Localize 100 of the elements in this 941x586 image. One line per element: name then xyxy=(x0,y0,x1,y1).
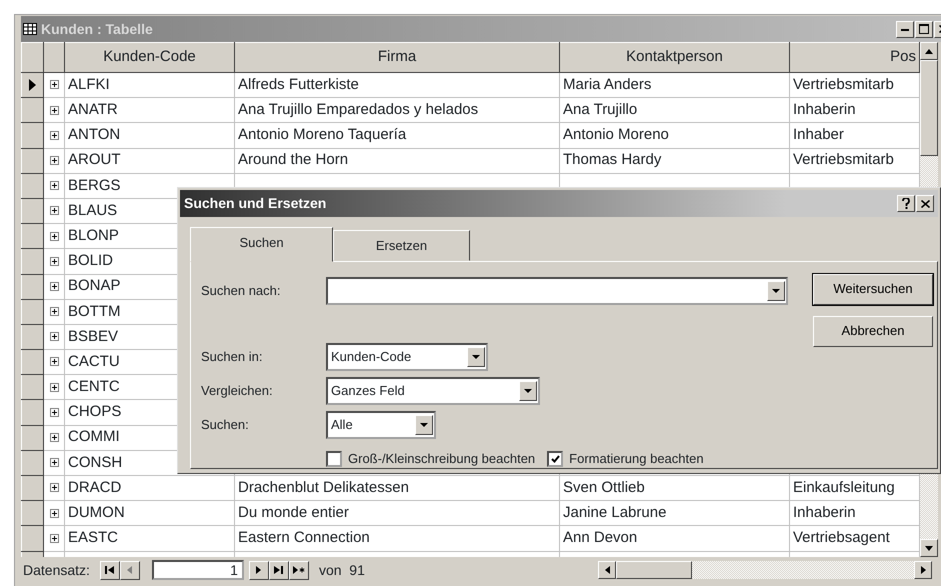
checkbox-label: Formatierung beachten xyxy=(569,450,704,468)
dropdown-value: Ganzes Feld xyxy=(331,382,405,400)
table-cell: BLONP xyxy=(68,226,119,244)
expand-icon[interactable] xyxy=(50,433,58,442)
record-selector[interactable] xyxy=(22,274,44,300)
expand-icon[interactable] xyxy=(50,508,58,518)
scroll-up-button[interactable] xyxy=(920,42,938,60)
checkbox[interactable] xyxy=(326,450,342,466)
previous-record-button[interactable] xyxy=(120,560,140,580)
scroll-thumb[interactable] xyxy=(920,60,938,156)
search-field[interactable] xyxy=(326,276,788,304)
column-header[interactable]: Pos xyxy=(790,42,920,72)
tab[interactable]: Ersetzen xyxy=(333,230,470,260)
first-icon xyxy=(105,566,114,574)
scroll-left-button[interactable] xyxy=(598,561,616,579)
record-selector[interactable] xyxy=(22,374,44,400)
expand-icon[interactable] xyxy=(50,80,58,90)
last-record-button[interactable] xyxy=(268,560,289,580)
scroll-down-button[interactable] xyxy=(920,539,938,557)
record-selector[interactable] xyxy=(22,224,44,249)
record-selector[interactable] xyxy=(22,72,44,98)
close-button[interactable] xyxy=(916,195,934,212)
dropdown-button[interactable] xyxy=(519,380,537,400)
expand-icon[interactable] xyxy=(50,282,58,291)
expand-icon[interactable] xyxy=(50,307,58,316)
record-selector[interactable] xyxy=(22,173,44,198)
table-cell: Inhaberin xyxy=(793,504,856,522)
expand-icon[interactable] xyxy=(50,408,58,417)
record-selector[interactable] xyxy=(22,198,44,224)
expand-icon[interactable] xyxy=(50,206,58,216)
table-cell: Vertriebsmitarb xyxy=(793,151,894,168)
record-selector[interactable] xyxy=(22,248,44,274)
previous-icon xyxy=(126,566,134,574)
horizontal-scrollbar[interactable] xyxy=(598,561,932,579)
record-selector[interactable] xyxy=(22,122,44,148)
table-cell: EASTC xyxy=(68,529,118,546)
record-number-field[interactable]: 1 xyxy=(152,560,244,580)
table-cell: Maria Anders xyxy=(563,76,652,93)
first-record-button[interactable] xyxy=(100,560,120,580)
table-cell: Vertriebsagent xyxy=(793,529,890,546)
table-cell: DRACD xyxy=(68,478,122,496)
column-header[interactable]: Firma xyxy=(234,42,560,72)
table-icon xyxy=(23,23,37,35)
table-cell: Inhaberin xyxy=(793,101,856,118)
expand-icon[interactable] xyxy=(50,156,58,165)
table-cell: Drachenblut Delikatessen xyxy=(238,478,409,496)
dropdown[interactable]: Kunden-Code xyxy=(326,342,488,370)
tab[interactable]: Suchen xyxy=(190,227,333,262)
help-button[interactable] xyxy=(897,195,915,212)
table-cell: Thomas Hardy xyxy=(563,151,662,168)
scroll-thumb[interactable] xyxy=(616,561,692,579)
scroll-right-button[interactable] xyxy=(914,561,932,579)
dropdown[interactable]: Alle xyxy=(326,410,436,438)
expand-icon[interactable] xyxy=(50,181,58,190)
record-selector[interactable] xyxy=(22,500,44,526)
record-selector[interactable] xyxy=(22,350,44,375)
table-cell: BLAUS xyxy=(68,202,118,219)
table-cell: Einkaufsleitung xyxy=(793,478,895,496)
record-selector[interactable] xyxy=(22,400,44,426)
record-selector[interactable] xyxy=(22,299,44,324)
expand-icon[interactable] xyxy=(50,232,58,240)
new-record-button[interactable] xyxy=(288,560,309,580)
record-selector[interactable] xyxy=(22,324,44,350)
expand-icon[interactable] xyxy=(50,332,58,342)
record-selector[interactable] xyxy=(22,476,44,501)
record-selector[interactable] xyxy=(22,98,44,123)
expand-icon[interactable] xyxy=(50,483,58,492)
column-header[interactable]: Kontaktperson xyxy=(560,42,790,72)
expand-icon[interactable] xyxy=(50,534,58,543)
table-cell: Inhaber xyxy=(793,126,844,144)
maximize-button[interactable] xyxy=(915,20,933,38)
record-selector[interactable] xyxy=(22,450,44,476)
dropdown[interactable]: Ganzes Feld xyxy=(326,376,540,404)
dropdown-button[interactable] xyxy=(767,280,785,300)
expand-icon[interactable] xyxy=(50,357,58,366)
dropdown-button[interactable] xyxy=(467,346,485,366)
expand-icon[interactable] xyxy=(50,458,58,468)
help-icon xyxy=(902,198,910,209)
table-cell: CACTU xyxy=(68,352,120,370)
record-selector[interactable] xyxy=(22,148,44,174)
field-label: Vergleichen: xyxy=(201,382,274,400)
up-arrow-icon xyxy=(925,48,933,54)
dropdown-button[interactable] xyxy=(415,414,433,434)
dialog-button[interactable]: Weitersuchen xyxy=(813,274,933,304)
expand-icon[interactable] xyxy=(50,106,58,115)
expand-icon[interactable] xyxy=(50,130,58,140)
minimize-button[interactable] xyxy=(896,20,914,38)
caret-icon xyxy=(472,354,480,358)
column-header[interactable]: Kunden-Code xyxy=(64,42,234,72)
expand-icon[interactable] xyxy=(50,382,58,392)
record-selector[interactable] xyxy=(22,425,44,450)
table-cell: Eastern Connection xyxy=(238,529,370,546)
checkbox[interactable] xyxy=(547,450,564,466)
table-cell: ANTON xyxy=(68,126,120,144)
next-record-button[interactable] xyxy=(248,560,269,580)
dialog-button[interactable]: Abbrechen xyxy=(813,316,933,346)
table-cell: COMMI xyxy=(68,428,120,446)
table-cell: Ana Trujillo Emparedados y helados xyxy=(238,101,478,118)
expand-icon[interactable] xyxy=(50,256,58,266)
record-selector[interactable] xyxy=(22,526,44,552)
